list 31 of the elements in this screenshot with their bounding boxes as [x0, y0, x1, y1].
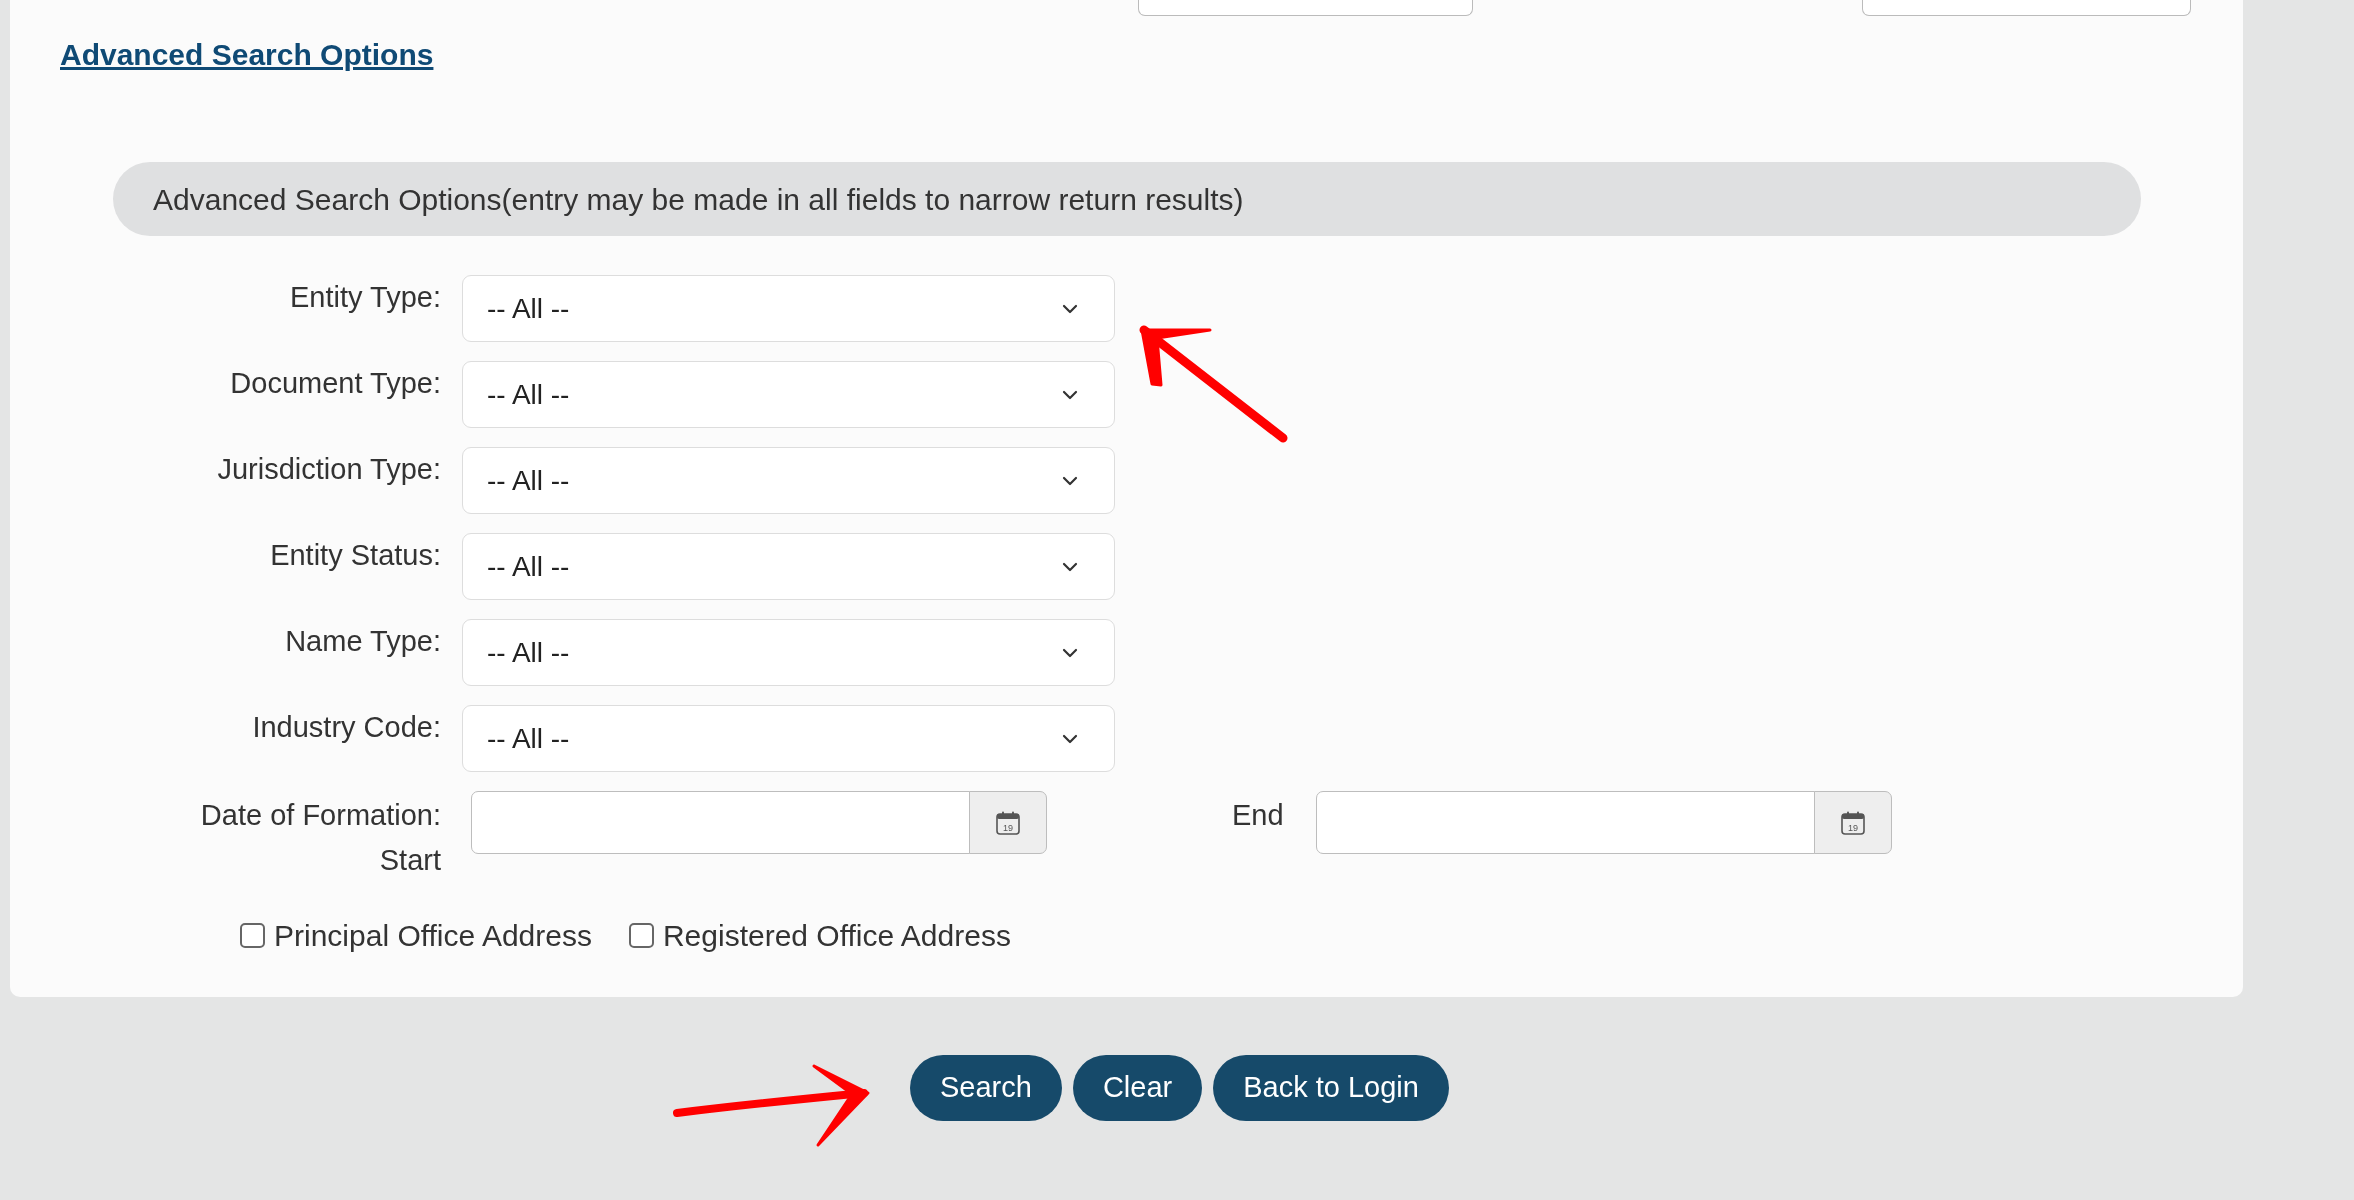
advanced-search-link[interactable]: Advanced Search Options [60, 36, 434, 74]
field-label: Date of Formation: Start [199, 798, 441, 878]
date-input-field[interactable] [1315, 791, 1815, 854]
calendar-icon: 19 [1839, 809, 1866, 836]
dropdown[interactable]: -- All -- [462, 705, 1115, 772]
checkbox-label: Registered Office Address [662, 918, 1011, 954]
input-field[interactable] [1138, 0, 1473, 16]
dropdown[interactable]: -- All -- [462, 361, 1115, 428]
date-input-field[interactable] [471, 791, 970, 854]
dropdown[interactable]: -- All -- [462, 619, 1115, 686]
field-label: Name Type: [285, 624, 441, 659]
action-button[interactable]: Clear [1072, 1055, 1203, 1121]
field-label: Entity Status: [270, 538, 441, 573]
dropdown[interactable]: -- All -- [462, 447, 1115, 514]
dropdown[interactable]: -- All -- [462, 275, 1115, 342]
checkbox[interactable] [628, 923, 654, 948]
calendar-icon: 19 [995, 809, 1021, 836]
checkbox[interactable] [240, 923, 265, 948]
field-label: Document Type: [230, 366, 441, 401]
calendar-button[interactable]: 19 [969, 791, 1047, 854]
input-field[interactable] [1862, 0, 2191, 16]
section-banner: Advanced Search Options(entry may be made in all fields to narrow return results) [113, 162, 2141, 236]
dropdown[interactable]: -- All -- [462, 533, 1115, 600]
calendar-button[interactable]: 19 [1813, 791, 1892, 854]
field-label: Entity Type: [290, 280, 441, 315]
checkbox-label: Principal Office Address [274, 918, 592, 954]
field-label: Jurisdiction Type: [217, 452, 441, 487]
action-button[interactable]: Back to Login [1213, 1055, 1449, 1121]
field-label: Industry Code: [252, 710, 441, 745]
field-label: End [1232, 798, 1284, 833]
action-button[interactable]: Search [910, 1055, 1062, 1121]
